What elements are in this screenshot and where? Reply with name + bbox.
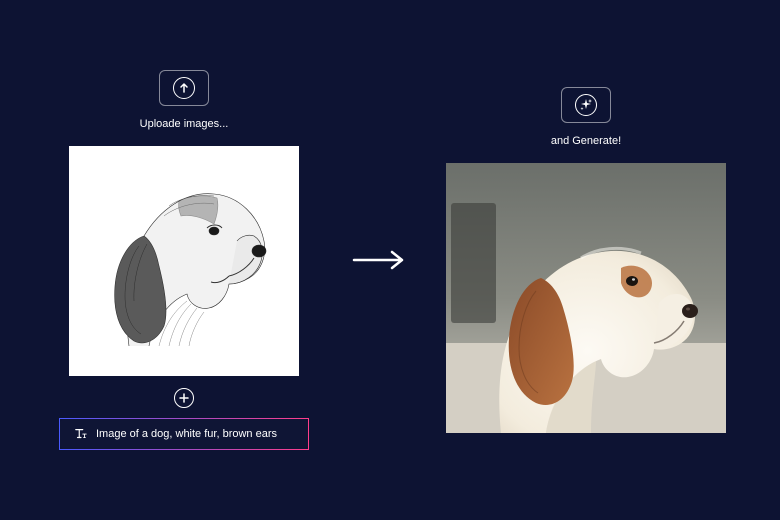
arrow-column (352, 250, 408, 270)
add-prompt-button[interactable] (174, 388, 194, 408)
dog-photo-icon (446, 163, 726, 433)
workflow-container: Uploade images... (0, 0, 780, 520)
upload-caption: Uploade images... (140, 118, 229, 130)
uploaded-image[interactable] (69, 146, 299, 376)
upload-panel: Uploade images... (54, 70, 314, 450)
prompt-input[interactable]: Image of a dog, white fur, brown ears (59, 418, 309, 450)
upload-arrow-icon (173, 77, 195, 99)
prompt-text: Image of a dog, white fur, brown ears (96, 428, 277, 440)
generate-panel: and Generate! (446, 87, 726, 433)
text-type-icon (74, 427, 88, 441)
generate-caption: and Generate! (551, 135, 621, 147)
dog-sketch-icon (69, 146, 299, 376)
arrow-right-icon (352, 250, 408, 270)
upload-icon-box[interactable] (159, 70, 209, 106)
generated-image (446, 163, 726, 433)
generate-icon-box[interactable] (561, 87, 611, 123)
sparkle-icon (575, 94, 597, 116)
plus-icon (179, 393, 189, 403)
